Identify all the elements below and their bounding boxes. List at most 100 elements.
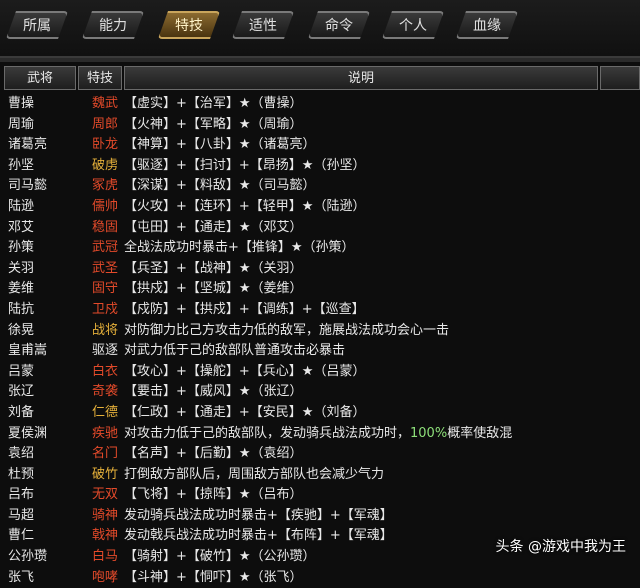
description-text: 【戍防】+【拱戍】+【调练】+【巡查】 — [124, 301, 365, 317]
skill-name: 奇袭 — [91, 384, 118, 400]
divider — [0, 58, 640, 62]
highlight-percent: 100% — [410, 425, 448, 441]
skill-description: 【屯田】+【通走】★（邓艾） — [124, 218, 303, 239]
description-text: 【要击】+【威风】★（张辽） — [124, 384, 303, 400]
skill-name: 疾驰 — [91, 425, 118, 441]
description-tail: 概率使敌混 — [447, 425, 513, 441]
skill-description: 全战法成功时暴击+【推锋】★（孙策） — [124, 238, 355, 259]
watermark: 头条 @游戏中我为王 — [495, 539, 626, 555]
general-name: 孙坚 — [8, 157, 35, 173]
description-text: 【飞将】+【掠阵】★（吕布） — [124, 487, 303, 503]
general-name: 曹操 — [8, 96, 35, 111]
skill-description: 【戍防】+【拱戍】+【调练】+【巡查】 — [124, 300, 365, 321]
tab-ability[interactable]: 能力 — [82, 11, 144, 39]
skill-description: 【神算】+【八卦】★（诸葛亮） — [124, 135, 316, 156]
table-row[interactable]: 张飞 咆哮 【斗神】+【恫吓】★（张飞） — [4, 568, 604, 588]
table-row[interactable]: 孙策 武冠 全战法成功时暴击+【推锋】★（孙策） — [4, 238, 604, 259]
general-name: 曹仁 — [8, 528, 35, 544]
table-row[interactable]: 曹操 魏武 【虚实】+【治军】★（曹操） — [4, 94, 604, 115]
skill-name: 战将 — [91, 322, 118, 338]
table-row[interactable]: 张辽 奇袭 【要击】+【威风】★（张辽） — [4, 382, 604, 403]
tab-command[interactable]: 命令 — [308, 11, 370, 39]
skill-name: 破虏 — [91, 157, 118, 173]
table-row[interactable]: 关羽 武圣 【兵圣】+【战神】★（关羽） — [4, 259, 604, 280]
skill-name: 白马 — [91, 549, 118, 565]
general-name: 孙策 — [8, 240, 35, 256]
skill-name: 魏武 — [91, 96, 118, 111]
column-header-skill[interactable]: 特技 — [78, 66, 122, 90]
tab-affiliation[interactable]: 所属 — [6, 11, 68, 39]
description-text: 【攻心】+【操舵】+【兵心】★（吕蒙） — [124, 363, 366, 379]
table-row[interactable]: 周瑜 周郎 【火神】+【军略】★（周瑜） — [4, 115, 604, 136]
general-name: 马超 — [8, 507, 35, 523]
general-name: 陆抗 — [8, 301, 35, 317]
table-row[interactable]: 吕蒙 白衣 【攻心】+【操舵】+【兵心】★（吕蒙） — [4, 362, 604, 383]
description-text: 【斗神】+【恫吓】★（张飞） — [124, 569, 303, 585]
table-row[interactable]: 皇甫嵩 驱逐 对武力低于己的敌部队普通攻击必暴击 — [4, 341, 604, 362]
general-name: 公孙瓒 — [8, 549, 48, 565]
skill-name: 稳固 — [91, 219, 118, 235]
description-text: 【深谋】+【料敌】★（司马懿） — [124, 178, 316, 194]
column-header-general[interactable]: 武将 — [4, 66, 76, 90]
general-name: 夏侯渊 — [8, 425, 48, 441]
table-row[interactable]: 马超 骑神 发动骑兵战法成功时暴击+【疾驰】+【军魂】 — [4, 506, 604, 527]
tab-personal[interactable]: 个人 — [382, 11, 444, 39]
table-row[interactable]: 诸葛亮 卧龙 【神算】+【八卦】★（诸葛亮） — [4, 135, 604, 156]
skill-description: 对攻击力低于己的敌部队，发动骑兵战法成功时，100%概率使敌混 — [124, 424, 512, 445]
table-row[interactable]: 司马懿 冢虎 【深谋】+【料敌】★（司马懿） — [4, 176, 604, 197]
table-row[interactable]: 夏侯渊 疾驰 对攻击力低于己的敌部队，发动骑兵战法成功时，100%概率使敌混 — [4, 424, 604, 445]
general-name: 司马懿 — [8, 178, 48, 194]
table-row[interactable]: 姜维 固守 【拱戍】+【坚城】★（姜维） — [4, 279, 604, 300]
skill-description: 【斗神】+【恫吓】★（张飞） — [124, 568, 303, 588]
table-row[interactable]: 邓艾 稳固 【屯田】+【通走】★（邓艾） — [4, 218, 604, 239]
skill-name: 武圣 — [91, 260, 118, 276]
skill-name: 白衣 — [91, 363, 118, 379]
description-text: 【仁政】+【通走】+【安民】★（刘备） — [124, 404, 366, 420]
general-name: 袁绍 — [8, 446, 35, 462]
description-text: 【虚实】+【治军】★（曹操） — [124, 96, 303, 111]
skill-description: 【虚实】+【治军】★（曹操） — [124, 94, 303, 115]
column-header-description[interactable]: 说明 — [124, 66, 598, 90]
description-text: 对攻击力低于己的敌部队，发动骑兵战法成功时， — [124, 425, 411, 441]
description-text: 【火攻】+【连环】+【轻甲】★（陆逊） — [124, 198, 366, 214]
table-row[interactable]: 陆逊 儒帅 【火攻】+【连环】+【轻甲】★（陆逊） — [4, 197, 604, 218]
skill-description: 【拱戍】+【坚城】★（姜维） — [124, 279, 303, 300]
skill-description: 【驱逐】+【扫讨】+【昂扬】★（孙坚） — [124, 156, 365, 177]
tab-special-skill[interactable]: 特技 — [158, 11, 220, 39]
description-text: 发动骑兵战法成功时暴击+【疾驰】+【军魂】 — [124, 507, 393, 523]
general-name: 杜预 — [8, 466, 35, 482]
general-name: 张飞 — [8, 569, 35, 585]
skill-name: 卧龙 — [91, 137, 118, 153]
description-text: 发动戟兵战法成功时暴击+【布阵】+【军魂】 — [124, 528, 393, 544]
table-row[interactable]: 袁绍 名门 【名声】+【后勤】★（袁绍） — [4, 444, 604, 465]
table-row[interactable]: 刘备 仁德 【仁政】+【通走】+【安民】★（刘备） — [4, 403, 604, 424]
skill-description: 打倒敌方部队后，周围敌方部队也会减少气力 — [124, 465, 384, 486]
skill-description: 对防御力比己方攻击力低的敌军，施展战法成功会心一击 — [124, 321, 449, 342]
table-row[interactable]: 徐晃 战将 对防御力比己方攻击力低的敌军，施展战法成功会心一击 — [4, 321, 604, 342]
table-row[interactable]: 杜预 破竹 打倒敌方部队后，周围敌方部队也会减少气力 — [4, 465, 604, 486]
description-text: 【驱逐】+【扫讨】+【昂扬】★（孙坚） — [124, 157, 366, 173]
general-name: 诸葛亮 — [8, 137, 48, 153]
general-name: 周瑜 — [8, 116, 35, 132]
skill-description: 【仁政】+【通走】+【安民】★（刘备） — [124, 403, 365, 424]
description-text: 打倒敌方部队后，周围敌方部队也会减少气力 — [124, 466, 385, 482]
description-text: 对武力低于己的敌部队普通攻击必暴击 — [124, 343, 346, 359]
skill-description: 【攻心】+【操舵】+【兵心】★（吕蒙） — [124, 362, 365, 383]
skill-name: 戟神 — [91, 528, 118, 544]
table-row[interactable]: 陆抗 卫戍 【戍防】+【拱戍】+【调练】+【巡查】 — [4, 300, 604, 321]
skill-description: 【火神】+【军略】★（周瑜） — [124, 115, 303, 136]
skill-name: 名门 — [91, 446, 118, 462]
skill-table: 曹操 魏武 【虚实】+【治军】★（曹操） 周瑜 周郎 【火神】+【军略】★（周瑜） 诸葛亮 卧… — [4, 94, 604, 588]
tab-bloodline[interactable]: 血缘 — [456, 11, 518, 39]
skill-description: 【火攻】+【连环】+【轻甲】★（陆逊） — [124, 197, 365, 218]
table-row[interactable]: 吕布 无双 【飞将】+【掠阵】★（吕布） — [4, 485, 604, 506]
skill-name: 周郎 — [91, 116, 118, 132]
general-name: 关羽 — [8, 260, 35, 276]
description-text: 对防御力比己方攻击力低的敌军，施展战法成功会心一击 — [124, 322, 450, 338]
description-text: 【名声】+【后勤】★（袁绍） — [124, 446, 303, 462]
general-name: 姜维 — [8, 281, 35, 297]
tab-aptitude[interactable]: 适性 — [232, 11, 294, 39]
general-name: 吕布 — [8, 487, 35, 503]
table-row[interactable]: 孙坚 破虏 【驱逐】+【扫讨】+【昂扬】★（孙坚） — [4, 156, 604, 177]
skill-description: 【兵圣】+【战神】★（关羽） — [124, 259, 303, 280]
